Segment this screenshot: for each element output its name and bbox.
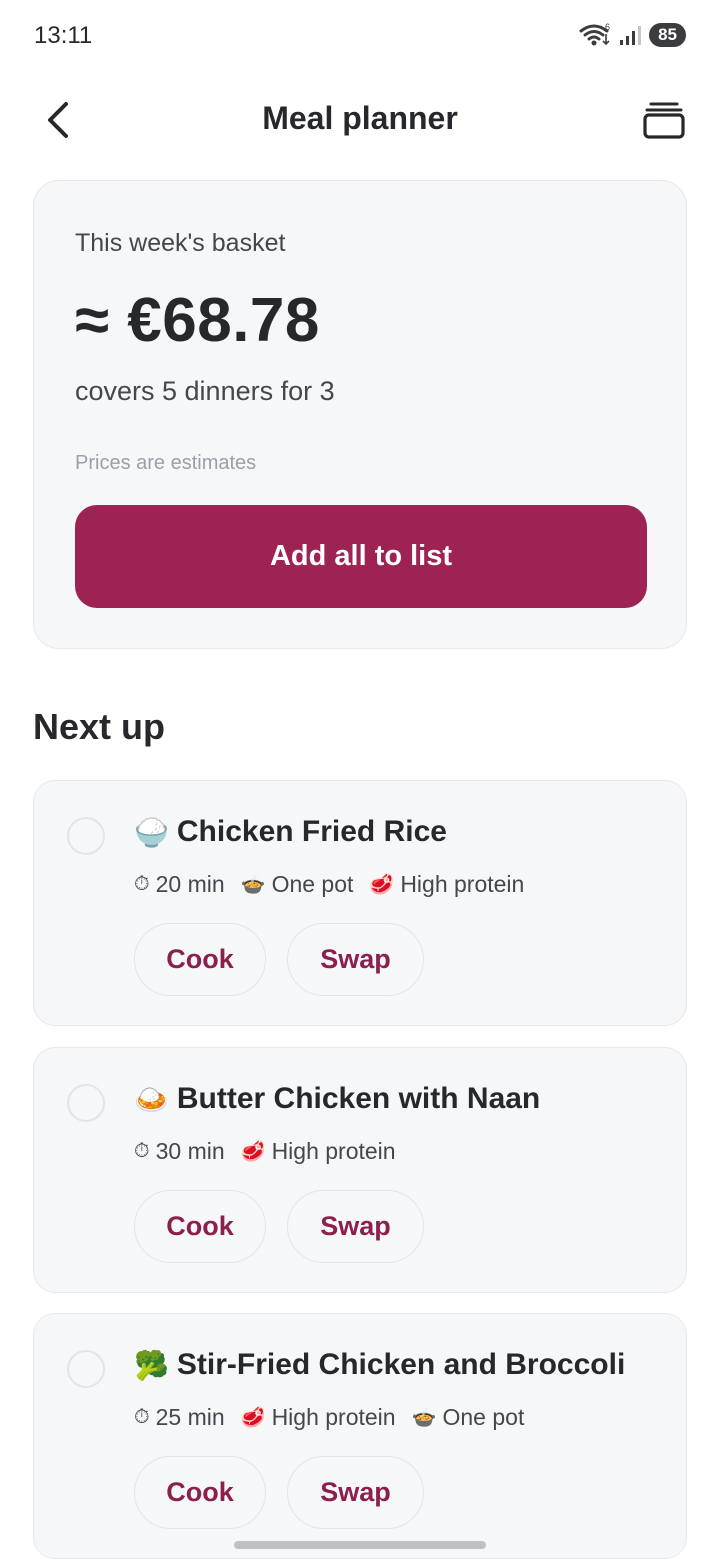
section-title-next-up: Next up [33, 706, 166, 747]
tag-one-pot: 🍲 One pot [412, 1404, 525, 1431]
meal-card: 🍚 Chicken Fried Rice ⏱ 20 min 🍲 One pot … [33, 780, 687, 1026]
tag-label: High protein [271, 1138, 396, 1164]
status-icons: 6 85 [579, 22, 686, 48]
meal-title-text: Butter Chicken with Naan [176, 1082, 541, 1115]
status-bar: 13:11 6 85 [0, 0, 720, 72]
meal-title-text: Chicken Fried Rice [176, 815, 447, 848]
stack-icon [643, 102, 685, 139]
basket-card: This week's basket ≈ €68.78 covers 5 din… [33, 180, 687, 649]
meal-checkbox[interactable] [67, 1084, 105, 1122]
tag-label: One pot [271, 871, 354, 897]
cook-button[interactable]: Cook [134, 923, 266, 996]
basket-label: This week's basket [75, 229, 286, 257]
tag-label: 25 min [155, 1404, 225, 1430]
add-all-to-list-button[interactable]: Add all to list [75, 505, 647, 608]
stack-button[interactable] [640, 96, 688, 144]
app-header: Meal planner [0, 80, 720, 160]
swap-button[interactable]: Swap [287, 1190, 424, 1263]
tag-time: ⏱ 25 min [134, 1404, 225, 1431]
meal-checkbox[interactable] [67, 817, 105, 855]
meat-icon: 🥩 [240, 1141, 266, 1163]
meal-title: 🍛 Butter Chicken with Naan [134, 1082, 540, 1116]
meal-card: 🍛 Butter Chicken with Naan ⏱ 30 min 🥩 Hi… [33, 1047, 687, 1293]
page-title: Meal planner [262, 100, 458, 136]
meal-tags: ⏱ 20 min 🍲 One pot 🥩 High protein [134, 871, 524, 898]
tag-high-protein: 🥩 High protein [241, 1138, 396, 1165]
battery-badge: 85 [649, 23, 686, 47]
tag-time: ⏱ 20 min [134, 871, 225, 898]
status-time: 13:11 [34, 22, 93, 49]
meal-title: 🍚 Chicken Fried Rice [134, 815, 447, 849]
timer-icon: ⏱ [134, 1406, 150, 1428]
tag-one-pot: 🍲 One pot [241, 871, 354, 898]
timer-icon: ⏱ [134, 1140, 150, 1162]
meal-checkbox[interactable] [67, 1350, 105, 1388]
timer-icon: ⏱ [134, 873, 150, 895]
meal-card: 🥦 Stir-Fried Chicken and Broccoli ⏱ 25 m… [33, 1313, 687, 1559]
pot-icon: 🍲 [240, 874, 266, 896]
tag-high-protein: 🥩 High protein [369, 871, 524, 898]
meal-tags: ⏱ 30 min 🥩 High protein [134, 1138, 396, 1165]
tag-time: ⏱ 30 min [134, 1138, 225, 1165]
meal-actions: Cook Swap [134, 1456, 424, 1529]
price-disclaimer: Prices are estimates [75, 452, 257, 474]
meat-icon: 🥩 [369, 874, 395, 896]
wifi-icon: 6 [579, 22, 613, 48]
wifi-superscript: 6 [605, 22, 610, 32]
swap-button[interactable]: Swap [287, 923, 424, 996]
meal-title: 🥦 Stir-Fried Chicken and Broccoli [134, 1348, 625, 1382]
meat-icon: 🥩 [240, 1407, 266, 1429]
signal-icon [619, 24, 643, 46]
meal-title-text: Stir-Fried Chicken and Broccoli [176, 1348, 626, 1381]
cook-button[interactable]: Cook [134, 1456, 266, 1529]
tag-label: High protein [400, 871, 525, 897]
tag-label: 30 min [155, 1138, 225, 1164]
home-indicator[interactable] [234, 1541, 486, 1549]
tag-high-protein: 🥩 High protein [241, 1404, 396, 1431]
rice-bowl-icon: 🍚 [134, 816, 169, 848]
curry-icon: 🍛 [134, 1083, 169, 1115]
swap-button[interactable]: Swap [287, 1456, 424, 1529]
cook-button[interactable]: Cook [134, 1190, 266, 1263]
meal-tags: ⏱ 25 min 🥩 High protein 🍲 One pot [134, 1404, 524, 1431]
basket-price: ≈ €68.78 [75, 286, 320, 355]
tag-label: 20 min [155, 871, 225, 897]
basket-coverage: covers 5 dinners for 3 [75, 376, 335, 406]
meal-actions: Cook Swap [134, 923, 424, 996]
pot-icon: 🍲 [411, 1407, 437, 1429]
meal-actions: Cook Swap [134, 1190, 424, 1263]
tag-label: One pot [442, 1404, 525, 1430]
tag-label: High protein [271, 1404, 396, 1430]
broccoli-icon: 🥦 [134, 1349, 169, 1381]
